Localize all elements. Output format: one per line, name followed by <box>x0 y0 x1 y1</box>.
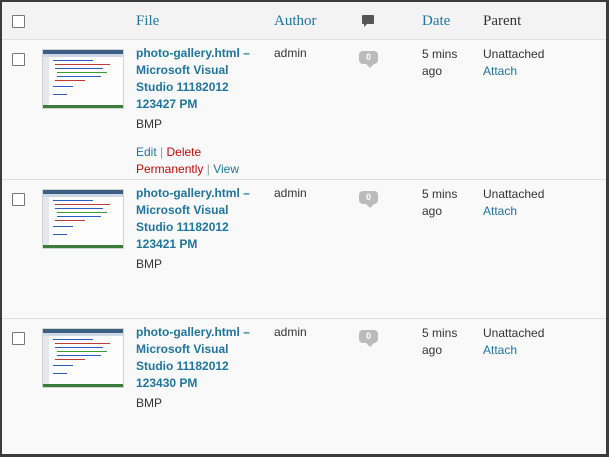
upload-date: 5 mins ago <box>422 46 457 80</box>
row-checkbox[interactable] <box>12 332 25 345</box>
file-title-link[interactable]: photo-gallery.html – Microsoft Visual St… <box>136 324 266 392</box>
table-row: photo-gallery.html – Microsoft Visual St… <box>2 180 606 319</box>
parent-status: Unattached <box>483 187 545 201</box>
author-name: admin <box>274 186 307 200</box>
separator: | <box>206 162 210 176</box>
view-link[interactable]: View <box>213 162 239 176</box>
row-checkbox[interactable] <box>12 53 25 66</box>
column-parent-header: Parent <box>483 13 522 29</box>
row-actions: Edit | Delete Permanently | View <box>136 144 266 178</box>
author-name: admin <box>274 46 307 60</box>
date-line: 5 mins <box>422 187 458 201</box>
attach-link[interactable]: Attach <box>483 342 544 359</box>
file-title-link[interactable]: photo-gallery.html – Microsoft Visual St… <box>136 45 266 113</box>
table-row: photo-gallery.html – Microsoft Visual St… <box>2 319 606 454</box>
parent-cell: Unattached Attach <box>483 186 544 220</box>
upload-date: 5 mins ago <box>422 325 457 359</box>
comment-icon <box>362 15 374 27</box>
column-date-header[interactable]: Date <box>422 13 450 30</box>
file-title-link[interactable]: photo-gallery.html – Microsoft Visual St… <box>136 185 266 253</box>
separator: | <box>160 145 164 159</box>
comment-count-badge[interactable]: 0 <box>359 330 378 347</box>
column-file-header[interactable]: File <box>136 13 159 30</box>
parent-status: Unattached <box>483 326 545 340</box>
parent-cell: Unattached Attach <box>483 325 544 359</box>
date-line: ago <box>422 204 443 218</box>
column-author-header[interactable]: Author <box>274 13 317 30</box>
table-row: photo-gallery.html – Microsoft Visual St… <box>2 40 606 180</box>
attach-link[interactable]: Attach <box>483 63 544 80</box>
media-library-table: File Author Date Parent photo-gallery.ht… <box>2 2 606 454</box>
edit-link[interactable]: Edit <box>136 145 157 159</box>
date-line: 5 mins <box>422 326 458 340</box>
select-all-checkbox[interactable] <box>12 15 25 28</box>
file-type: BMP <box>136 396 163 410</box>
upload-date: 5 mins ago <box>422 186 457 220</box>
parent-cell: Unattached Attach <box>483 46 544 80</box>
date-line: ago <box>422 343 443 357</box>
parent-status: Unattached <box>483 47 545 61</box>
file-type: BMP <box>136 257 163 271</box>
thumbnail-image[interactable] <box>42 328 124 388</box>
date-line: 5 mins <box>422 47 458 61</box>
file-type: BMP <box>136 117 163 131</box>
thumbnail-image[interactable] <box>42 49 124 109</box>
row-checkbox[interactable] <box>12 193 25 206</box>
author-name: admin <box>274 325 307 339</box>
comment-count-badge[interactable]: 0 <box>359 51 378 68</box>
date-line: ago <box>422 64 443 78</box>
comment-count-badge[interactable]: 0 <box>359 191 378 208</box>
thumbnail-image[interactable] <box>42 189 124 249</box>
attach-link[interactable]: Attach <box>483 203 544 220</box>
table-header: File Author Date Parent <box>2 2 606 40</box>
